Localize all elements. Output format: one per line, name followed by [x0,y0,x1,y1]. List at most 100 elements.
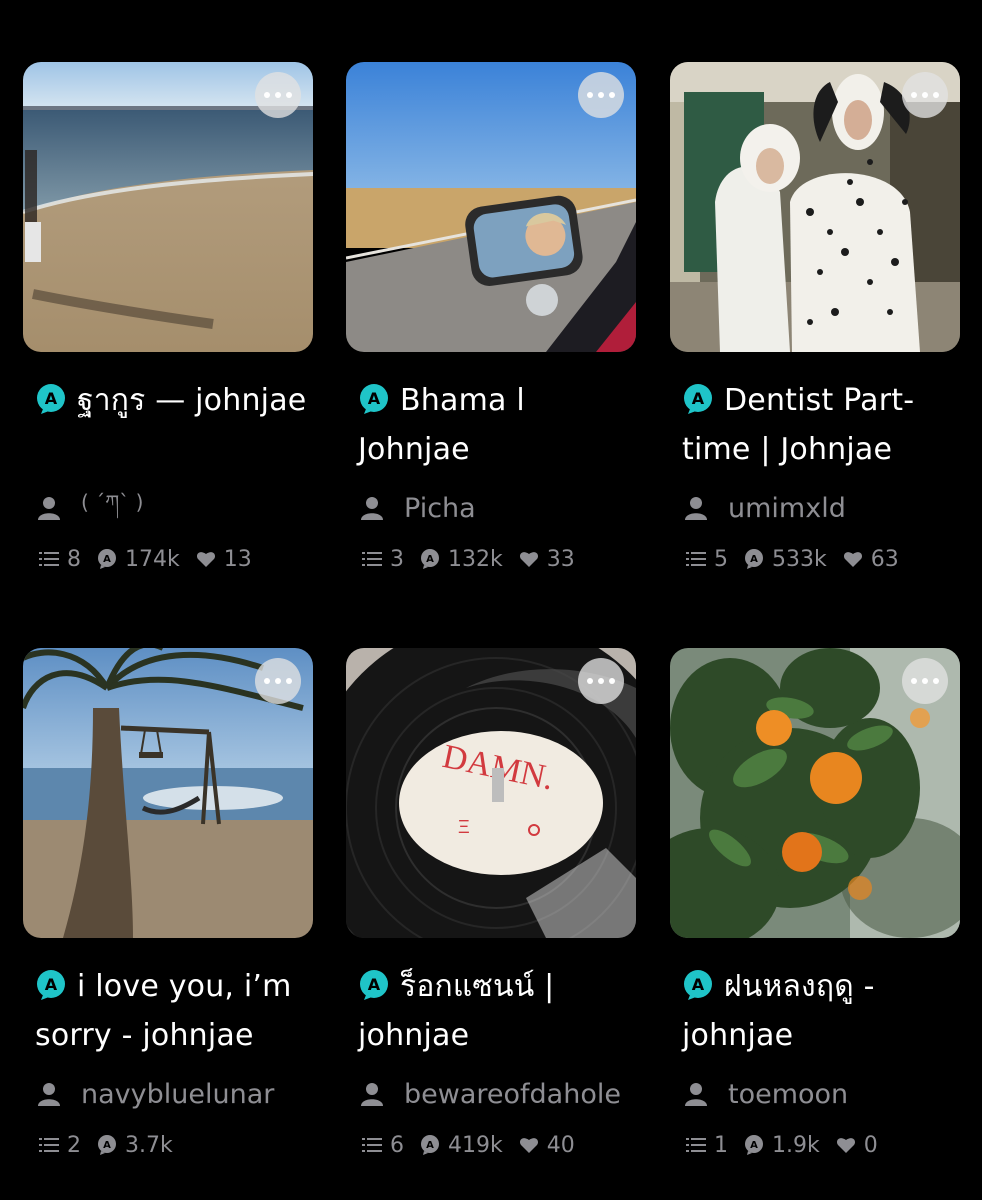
reads-count: 419k [448,1132,503,1158]
author-name: navybluelunar [81,1078,275,1110]
likes-count: 33 [546,546,575,572]
more-options-button[interactable] [255,72,301,118]
reads-count: 533k [772,546,827,572]
parts-count: 5 [714,546,728,572]
person-icon [361,497,383,520]
more-options-button[interactable] [902,658,948,704]
reads-count: 132k [448,546,503,572]
story-stats: 1 A 1.9k 0 [670,1130,960,1160]
svg-text:A: A [750,1140,758,1151]
story-cover-image[interactable] [23,648,313,938]
a-badge-icon: A [360,383,388,414]
heart-icon [196,552,215,567]
author-name: bewareofdahole [404,1078,621,1110]
story-title[interactable]: A ฐากูร — johnjae [23,376,313,476]
read-count-icon: A [421,1135,439,1155]
svg-text:A: A [692,389,705,408]
reads-count: 1.9k [772,1132,820,1158]
read-count-icon: A [98,549,116,569]
list-icon [686,552,706,566]
svg-text:A: A [426,554,434,565]
list-icon [39,552,59,566]
person-icon [38,497,60,520]
author-name: Picha [404,492,476,524]
heart-icon [836,1138,855,1153]
story-title[interactable]: A Dentist Part-time | Johnjae [670,376,960,476]
more-options-button[interactable] [578,658,624,704]
a-badge-icon: A [360,969,388,1000]
story-title[interactable]: A i love you, i’m sorry - johnjae [23,962,313,1062]
more-options-button[interactable] [902,72,948,118]
more-dots-icon [587,678,593,684]
reads-count: 174k [125,546,180,572]
a-badge-icon: A [37,383,65,414]
reads-count: 3.7k [125,1132,173,1158]
parts-count: 1 [714,1132,728,1158]
story-stats: 8 A 174k 13 [23,544,313,574]
parts-count: 6 [390,1132,404,1158]
a-badge-icon: A [684,383,712,414]
read-count-icon: A [98,1135,116,1155]
list-icon [39,1138,59,1152]
story-grid: A ฐากูร — johnjae ( ´ཀ` ) 8 A 174k 13 A … [0,0,982,1200]
story-author[interactable]: ( ´ཀ` ) [23,490,313,524]
person-icon [685,1083,707,1106]
story-title[interactable]: A ฝนหลงฤดู - johnjae [670,962,960,1062]
story-card[interactable]: DAMN. Ξ A ร็อกแซนน์ | johnjae bewareofda… [346,648,636,1160]
more-dots-icon [264,678,270,684]
story-cover-image[interactable] [346,62,636,352]
story-cover-image[interactable] [670,648,960,938]
story-cover-image[interactable]: DAMN. Ξ [346,648,636,938]
heart-icon [519,552,538,567]
author-name: umimxld [728,492,846,524]
story-title[interactable]: A ร็อกแซนน์ | johnjae [346,962,636,1062]
svg-text:A: A [45,975,58,994]
story-card[interactable]: A Dentist Part-time | Johnjae umimxld 5 … [670,62,960,574]
story-author[interactable]: navybluelunar [23,1078,313,1110]
more-dots-icon [911,92,917,98]
more-options-button[interactable] [578,72,624,118]
svg-text:A: A [45,389,58,408]
svg-text:Ξ: Ξ [458,817,470,837]
more-dots-icon [264,92,270,98]
person-icon [38,1083,60,1106]
a-badge-icon: A [684,969,712,1000]
story-author[interactable]: bewareofdahole [346,1078,636,1110]
story-stats: 2 A 3.7k [23,1130,313,1160]
likes-count: 0 [863,1132,878,1158]
likes-count: 13 [223,546,252,572]
list-icon [362,552,382,566]
likes-count: 63 [870,546,899,572]
story-card[interactable]: A i love you, i’m sorry - johnjae navybl… [23,648,313,1160]
list-icon [362,1138,382,1152]
story-stats: 6 A 419k 40 [346,1130,636,1160]
story-author[interactable]: umimxld [670,492,960,524]
more-dots-icon [587,92,593,98]
story-card[interactable]: A Bhama l Johnjae Picha 3 A 132k 33 [346,62,636,574]
svg-text:A: A [426,1140,434,1151]
story-stats: 5 A 533k 63 [670,544,960,574]
author-name: ( ´ཀ` ) [81,490,144,514]
more-options-button[interactable] [255,658,301,704]
story-title[interactable]: A Bhama l Johnjae [346,376,636,476]
story-author[interactable]: toemoon [670,1078,960,1110]
svg-text:A: A [103,554,111,565]
story-card[interactable]: A ฝนหลงฤดู - johnjae toemoon 1 A 1.9k 0 [670,648,960,1160]
svg-text:A: A [368,389,381,408]
person-icon [361,1083,383,1106]
svg-text:A: A [368,975,381,994]
heart-icon [519,1138,538,1153]
svg-text:A: A [103,1140,111,1151]
parts-count: 3 [390,546,404,572]
author-name: toemoon [728,1078,849,1110]
list-icon [686,1138,706,1152]
svg-text:A: A [692,975,705,994]
story-cover-image[interactable] [23,62,313,352]
read-count-icon: A [745,549,763,569]
story-cover-image[interactable] [670,62,960,352]
heart-icon [843,552,862,567]
parts-count: 8 [67,546,81,572]
likes-count: 40 [546,1132,575,1158]
story-card[interactable]: A ฐากูร — johnjae ( ´ཀ` ) 8 A 174k 13 [23,62,313,574]
story-author[interactable]: Picha [346,492,636,524]
